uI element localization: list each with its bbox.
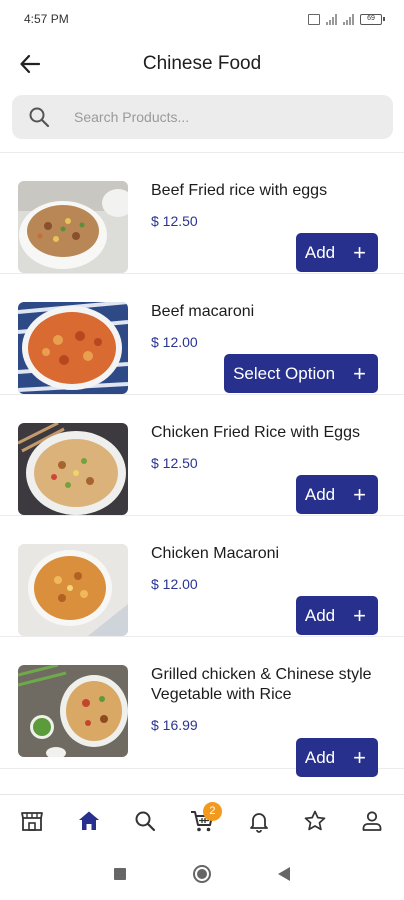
product-name: Beef Fried rice with eggs [151,182,328,199]
square-icon [114,868,126,880]
app-header: Chinese Food [0,38,404,90]
user-icon [362,810,382,831]
add-button[interactable]: Add + [295,233,378,272]
nav-notifications[interactable] [239,801,279,841]
product-name: Grilled chicken & Chinese style Vegetabl… [151,666,372,703]
recent-apps-button[interactable] [110,864,130,884]
page-title: Chinese Food [142,53,262,74]
home-icon [78,811,99,830]
product-image[interactable] [18,423,128,515]
product-image[interactable] [18,544,128,636]
plus-icon: + [353,239,366,265]
plus-icon: + [353,360,366,386]
product-price: $ 12.50 [151,455,198,471]
status-time: 4:57 PM [24,12,69,26]
add-button[interactable]: Add + [295,738,378,777]
product-item[interactable]: Grilled chicken & Chinese style Vegetabl… [0,637,404,777]
cart-badge: 2 [202,801,222,821]
system-nav-bar [0,846,404,900]
product-image[interactable] [18,181,128,273]
nav-home[interactable] [69,801,109,841]
battery-icon: 69 [360,13,385,25]
search-icon [135,811,156,831]
product-image[interactable] [18,665,128,757]
circle-icon [193,865,211,883]
product-price: $ 12.00 [151,576,198,592]
product-list: Beef Fried rice with eggs $ 12.50 Add + … [0,152,404,777]
product-price: $ 16.99 [151,717,198,733]
back-button[interactable] [16,50,44,78]
nav-favorites[interactable] [295,801,335,841]
select-option-label: Select Option [233,363,336,383]
plus-icon: + [353,744,366,770]
product-item[interactable]: Beef Fried rice with eggs $ 12.50 Add + [0,153,404,274]
signal-icon [326,13,337,25]
star-icon [304,810,326,830]
select-option-button[interactable]: Select Option + [224,354,378,393]
product-item[interactable]: Chicken Fried Rice with Eggs $ 12.50 Add… [0,395,404,516]
store-icon [21,811,44,831]
product-name: Chicken Macaroni [151,545,280,562]
triangle-back-icon [278,867,290,881]
add-button-label: Add [304,605,336,625]
back-system-button[interactable] [274,864,294,884]
add-button[interactable]: Add + [295,596,378,635]
product-name: Chicken Fried Rice with Eggs [151,424,360,441]
signal-icon-2 [343,13,354,25]
nav-cart[interactable]: 2 [182,801,222,841]
plus-icon: + [353,481,366,507]
plus-icon: + [353,602,366,628]
add-button-label: Add [304,484,336,504]
status-icons: 69 [308,13,385,25]
product-image[interactable] [18,302,128,394]
nav-store[interactable] [12,801,52,841]
home-system-button[interactable] [192,864,212,884]
sim-icon [308,13,320,25]
nav-search[interactable] [125,801,165,841]
product-price: $ 12.50 [151,213,198,229]
nav-profile[interactable] [352,801,392,841]
add-button-label: Add [304,747,336,767]
add-button[interactable]: Add + [295,475,378,514]
arrow-left-icon [20,54,41,74]
search-icon [29,107,50,128]
search-bar[interactable] [12,95,393,139]
bell-icon [249,812,268,833]
status-bar: 4:57 PM 69 [0,0,404,38]
bottom-nav: 2 [0,794,404,846]
search-input[interactable] [74,109,354,125]
product-name: Beef macaroni [151,303,255,320]
add-button-label: Add [304,242,336,262]
product-item[interactable]: Beef macaroni $ 12.00 Select Option + [0,274,404,395]
product-item[interactable]: Chicken Macaroni $ 12.00 Add + [0,516,404,637]
product-price: $ 12.00 [151,334,198,350]
